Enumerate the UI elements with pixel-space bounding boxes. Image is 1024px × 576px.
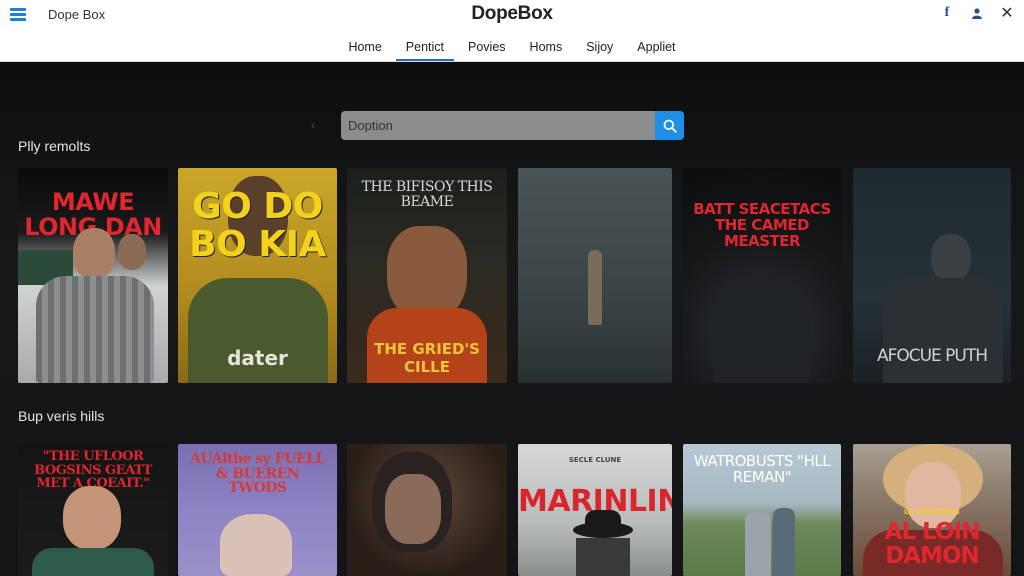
top-bar: Dοpe Box DopeBox f ✕ Home Pentict Povies… xyxy=(0,0,1024,62)
armor-shape xyxy=(36,276,154,383)
poster-title: "THE UFLOOR BOGSINS GEATT MET A COEAIT." xyxy=(34,449,152,492)
person-shape xyxy=(745,512,771,576)
poster-card[interactable]: WATROBUSTS "HLL REMAN" xyxy=(683,444,841,576)
row-title: Plly remolts xyxy=(18,138,91,154)
poster-card[interactable]: AUAlthe sy FUELL & BUEREN TWODS xyxy=(178,444,337,576)
poster-card[interactable]: SECLE CLUNE MARINLIN xyxy=(518,444,672,576)
row-title: Bup veris hills xyxy=(18,408,105,424)
person-shape xyxy=(773,508,795,576)
poster-card[interactable]: GO DO BO KIA dater xyxy=(178,168,337,383)
poster-subtitle: AFOCUE PUTH xyxy=(876,346,988,366)
tab-sijoy[interactable]: Sijoy xyxy=(576,36,623,61)
poster-title: AL LOIN DAMON xyxy=(884,519,981,570)
user-icon[interactable] xyxy=(970,5,984,21)
hood-shape xyxy=(713,278,811,383)
face-shape xyxy=(385,474,441,544)
poster-card[interactable]: THE BIFISOY THIS BEAME THE GRIED'S CILLE xyxy=(347,168,507,383)
face-shape xyxy=(931,234,971,282)
main-content: ‹ Plly remolts MAWE LONG DAN GO DO BO KI… xyxy=(0,62,1024,576)
poster-card[interactable]: MAWE LONG DAN xyxy=(18,168,168,383)
person-shape xyxy=(588,250,602,325)
tab-povies[interactable]: Povies xyxy=(458,36,516,61)
face-shape xyxy=(220,514,292,576)
facebook-icon[interactable]: f xyxy=(940,5,954,21)
face-shape xyxy=(387,226,467,321)
poster-card[interactable]: LE SIGUATOLS AL LOIN DAMON xyxy=(853,444,1011,576)
search-bar xyxy=(341,111,684,140)
face-shape xyxy=(63,486,121,550)
poster-card[interactable] xyxy=(518,168,672,383)
poster-subtitle: SECLE CLUNE xyxy=(568,456,622,464)
poster-subtitle: LE SIGUATOLS xyxy=(904,508,960,516)
chevron-left-icon[interactable]: ‹ xyxy=(311,118,315,132)
tab-home[interactable]: Home xyxy=(338,36,391,61)
nav-tabs: Home Pentict Povies Homs Sijoy Appliet xyxy=(0,36,1024,61)
tab-pentict[interactable]: Pentict xyxy=(395,36,455,61)
brand-title[interactable]: DopeBox xyxy=(0,3,1024,25)
tab-appliet[interactable]: Appliet xyxy=(627,36,685,61)
poster-title: WATROBUSTS "HLL REMAN" xyxy=(693,452,831,486)
search-icon xyxy=(663,119,677,133)
search-button[interactable] xyxy=(655,111,684,140)
poster-title: GO DO BO KIA xyxy=(189,186,326,265)
body-shape xyxy=(32,548,154,576)
face-shape xyxy=(73,228,115,278)
poster-card[interactable]: BATT SEACETACS THE CAMED MEASTER xyxy=(683,168,841,383)
poster-card[interactable]: AFOCUE PUTH xyxy=(853,168,1011,383)
poster-subtitle: THE GRIED'S CILLE xyxy=(374,340,480,376)
poster-card[interactable] xyxy=(347,444,507,576)
poster-title: THE BIFISOY THIS BEAME xyxy=(361,179,493,210)
top-icons: f ✕ xyxy=(940,5,1014,22)
poster-title: AUAlthe sy FUELL & BUEREN TWODS xyxy=(190,451,325,497)
poster-title: BATT SEACETACS THE CAMED MEASTER xyxy=(693,200,831,250)
body-shape xyxy=(576,538,630,576)
tab-homs[interactable]: Homs xyxy=(520,36,573,61)
body-shape xyxy=(883,278,1003,383)
hat-shape xyxy=(585,510,621,528)
poster-card[interactable]: "THE UFLOOR BOGSINS GEATT MET A COEAIT." xyxy=(18,444,168,576)
face-shape xyxy=(118,234,146,270)
close-icon[interactable]: ✕ xyxy=(1000,5,1014,22)
search-input[interactable] xyxy=(341,111,655,140)
poster-subtitle: dater xyxy=(227,346,288,370)
